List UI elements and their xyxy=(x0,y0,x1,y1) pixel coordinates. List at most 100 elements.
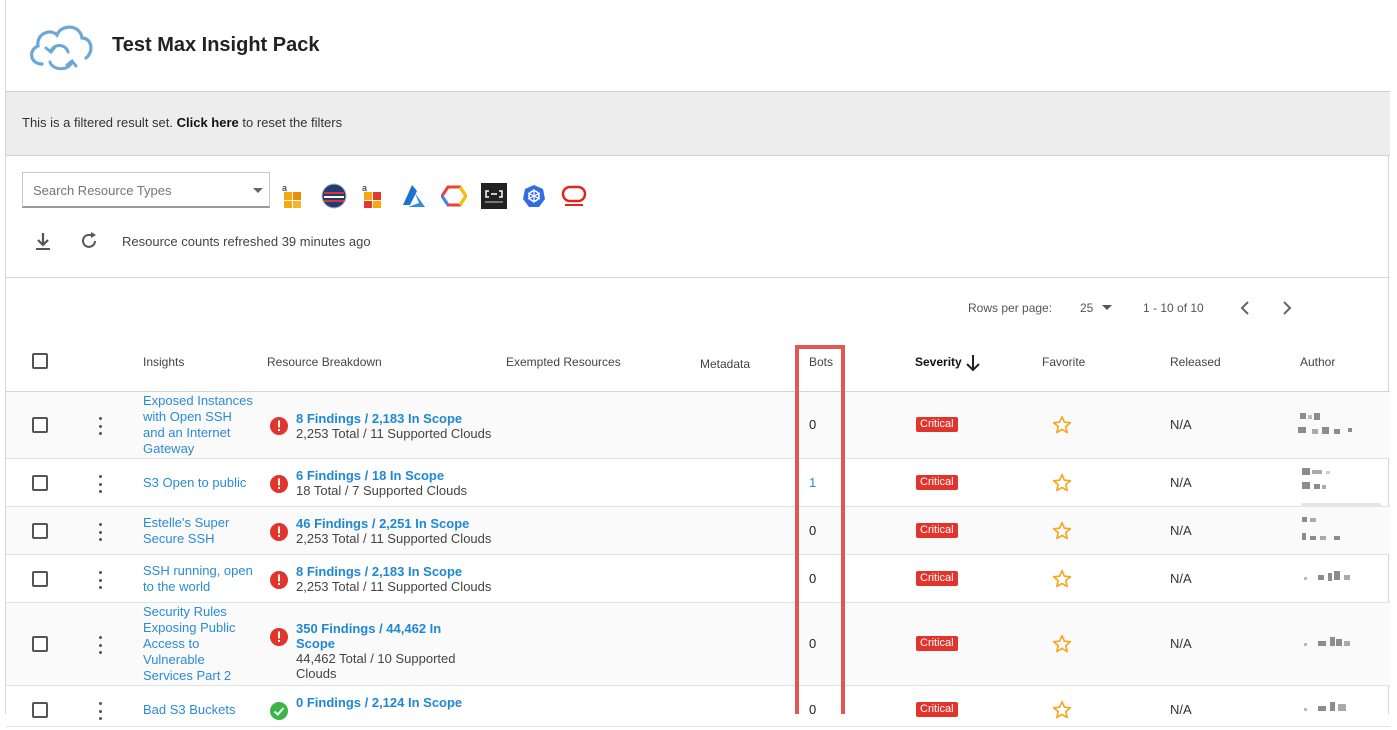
insight-link[interactable]: S3 Open to public xyxy=(143,475,255,491)
table-row: Estelle's Super Secure SSH 46 Findings /… xyxy=(6,507,1390,555)
aws-govcloud-icon[interactable] xyxy=(320,182,348,210)
svg-text:a: a xyxy=(282,183,287,193)
rows-per-page-select[interactable]: 25 xyxy=(1080,301,1093,315)
table-row: Security Rules Exposing Public Access to… xyxy=(6,603,1390,686)
author-avatar xyxy=(1298,468,1362,496)
column-insights[interactable]: Insights xyxy=(143,355,184,369)
column-metadata[interactable]: Metadata xyxy=(700,357,750,371)
cloud-sync-icon xyxy=(30,25,93,71)
reset-filters-link[interactable]: Click here xyxy=(177,115,239,130)
oracle-icon[interactable] xyxy=(560,182,588,210)
resource-totals: 18 Total / 7 Supported Clouds xyxy=(296,483,468,498)
pagination: Rows per page: 25 1 - 10 of 10 xyxy=(968,300,1368,316)
resource-totals: 44,462 Total / 10 Supported Clouds xyxy=(296,651,456,681)
findings-link[interactable]: 6 Findings / 18 In Scope xyxy=(296,468,496,483)
table-header: Insights Resource Breakdown Exempted Res… xyxy=(6,340,1390,392)
bots-count: 0 xyxy=(809,571,817,586)
more-options-icon[interactable] xyxy=(97,417,103,435)
chevron-down-icon[interactable] xyxy=(1102,305,1112,310)
released-value: N/A xyxy=(1170,523,1192,538)
released-value: N/A xyxy=(1170,475,1192,490)
refresh-status: Resource counts refreshed 39 minutes ago xyxy=(122,233,371,249)
error-icon xyxy=(270,571,288,589)
alibaba-icon[interactable] xyxy=(480,182,508,210)
author-avatar xyxy=(1298,413,1362,441)
column-bots[interactable]: Bots xyxy=(809,355,833,369)
error-icon xyxy=(270,628,288,646)
aws-icon[interactable]: a xyxy=(280,182,308,210)
row-checkbox[interactable] xyxy=(32,417,48,433)
star-icon[interactable] xyxy=(1052,473,1072,493)
bots-count: 0 xyxy=(809,636,817,651)
insight-link[interactable]: Bad S3 Buckets xyxy=(143,702,255,718)
more-options-icon[interactable] xyxy=(97,523,103,541)
bots-count-link[interactable]: 1 xyxy=(809,475,816,490)
insight-link[interactable]: Estelle's Super Secure SSH xyxy=(143,515,255,547)
insight-link[interactable]: Exposed Instances with Open SSH and an I… xyxy=(143,393,255,457)
released-value: N/A xyxy=(1170,636,1192,651)
row-checkbox[interactable] xyxy=(32,702,48,718)
search-input[interactable] xyxy=(31,182,245,199)
kubernetes-icon[interactable] xyxy=(520,182,548,210)
column-author[interactable]: Author xyxy=(1300,355,1335,369)
row-checkbox[interactable] xyxy=(32,475,48,491)
page-header: Test Max Insight Pack xyxy=(6,0,1390,92)
azure-icon[interactable] xyxy=(400,182,428,210)
download-icon[interactable] xyxy=(32,230,54,252)
more-options-icon[interactable] xyxy=(97,636,103,654)
row-checkbox[interactable] xyxy=(32,523,48,539)
aws-china-icon[interactable]: a xyxy=(360,182,388,210)
success-icon xyxy=(270,702,288,720)
more-options-icon[interactable] xyxy=(97,475,103,493)
bots-count: 0 xyxy=(809,702,817,717)
findings-link[interactable]: 8 Findings / 2,183 In Scope xyxy=(296,411,496,426)
author-avatar xyxy=(1298,702,1362,730)
column-released[interactable]: Released xyxy=(1170,355,1221,369)
rows-per-page-label: Rows per page: xyxy=(968,301,1053,315)
more-options-icon[interactable] xyxy=(97,571,103,589)
resource-totals: 2,253 Total / 11 Supported Clouds xyxy=(296,531,492,546)
star-icon[interactable] xyxy=(1052,521,1072,541)
star-icon[interactable] xyxy=(1052,415,1072,435)
insight-link[interactable]: SSH running, open to the world xyxy=(143,563,255,595)
insight-link[interactable]: Security Rules Exposing Public Access to… xyxy=(143,604,255,684)
row-checkbox[interactable] xyxy=(32,571,48,587)
column-severity[interactable]: Severity xyxy=(915,355,962,369)
more-options-icon[interactable] xyxy=(97,702,103,720)
app-frame: Test Max Insight Pack This is a filtered… xyxy=(5,0,1390,727)
error-icon xyxy=(270,475,288,493)
author-avatar xyxy=(1298,571,1362,599)
severity-badge: Critical xyxy=(916,523,958,538)
provider-filter: a a xyxy=(280,182,588,210)
sort-descending-icon[interactable] xyxy=(964,353,982,373)
findings-link[interactable]: 46 Findings / 2,251 In Scope xyxy=(296,516,496,531)
svg-text:a: a xyxy=(362,183,367,193)
chevron-left-icon[interactable] xyxy=(1236,298,1256,318)
released-value: N/A xyxy=(1170,702,1192,717)
resource-type-search[interactable] xyxy=(22,172,270,208)
findings-link[interactable]: 0 Findings / 2,124 In Scope xyxy=(296,695,496,710)
gcp-icon[interactable] xyxy=(440,182,468,210)
filter-banner-suffix: to reset the filters xyxy=(242,115,343,130)
chevron-right-icon[interactable] xyxy=(1276,298,1296,318)
findings-link[interactable]: 350 Findings / 44,462 In Scope xyxy=(296,621,466,651)
author-avatar xyxy=(1298,517,1362,545)
severity-badge: Critical xyxy=(916,475,958,490)
select-all-checkbox[interactable] xyxy=(32,353,48,369)
star-icon[interactable] xyxy=(1052,634,1072,654)
column-resource-breakdown[interactable]: Resource Breakdown xyxy=(267,355,382,369)
chevron-down-icon[interactable] xyxy=(253,188,263,193)
page-title: Test Max Insight Pack xyxy=(112,34,320,56)
star-icon[interactable] xyxy=(1052,700,1072,720)
severity-badge: Critical xyxy=(916,636,958,651)
resource-totals: 2,253 Total / 11 Supported Clouds xyxy=(296,426,492,441)
star-icon[interactable] xyxy=(1052,569,1072,589)
column-favorite[interactable]: Favorite xyxy=(1042,355,1085,369)
row-checkbox[interactable] xyxy=(32,636,48,652)
released-value: N/A xyxy=(1170,571,1192,586)
severity-badge: Critical xyxy=(916,417,958,432)
refresh-icon[interactable] xyxy=(78,230,100,252)
bots-count: 0 xyxy=(809,417,817,432)
column-exempted-resources[interactable]: Exempted Resources xyxy=(506,355,621,369)
findings-link[interactable]: 8 Findings / 2,183 In Scope xyxy=(296,564,496,579)
